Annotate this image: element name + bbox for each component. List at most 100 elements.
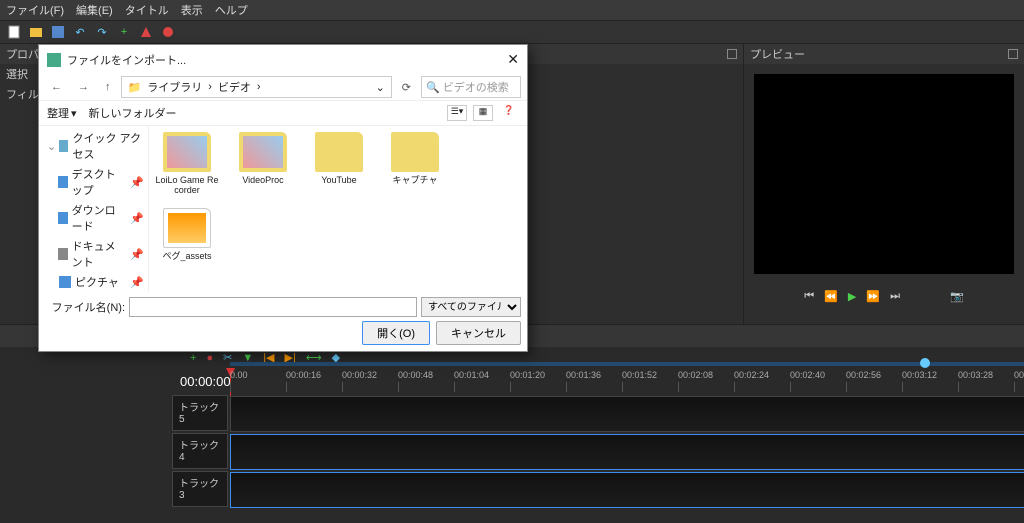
ruler-tick: 00:02:08	[678, 368, 734, 396]
timecode[interactable]: 00:00:00,01	[0, 368, 230, 395]
folder-icon	[315, 132, 363, 172]
dialog-titlebar[interactable]: ファイルをインポート... ✕	[39, 45, 527, 74]
filename-label: ファイル名(N):	[45, 299, 125, 315]
nav-forward-icon[interactable]: →	[72, 79, 95, 95]
ruler-tick: 00:00:32	[342, 368, 398, 396]
save-icon[interactable]	[50, 24, 66, 40]
sidebar-item-downloads[interactable]: ダウンロード📌	[39, 200, 148, 236]
snapshot-icon[interactable]: 📷	[950, 290, 964, 303]
panel-toggle-icon[interactable]	[727, 49, 737, 59]
menu-help[interactable]: ヘルプ	[215, 2, 248, 18]
new-icon[interactable]	[6, 24, 22, 40]
track-row[interactable]	[230, 472, 1024, 508]
ruler-tick: 00:02:56	[846, 368, 902, 396]
ruler-tick: 00:00:16	[286, 368, 342, 396]
nav-up-icon[interactable]: ↑	[99, 79, 117, 95]
rewind-icon[interactable]: ⏪	[824, 290, 838, 303]
sidebar-item-pictures[interactable]: ピクチャ📌	[39, 272, 148, 291]
import-icon[interactable]: +	[116, 24, 132, 40]
ruler-tick: 00:02:24	[734, 368, 790, 396]
menu-bar: ファイル(F) 編集(E) タイトル 表示 ヘルプ	[0, 0, 1024, 21]
playback-controls: ⏮ ⏪ ▶ ⏩ ⏭ 📷	[744, 284, 1024, 309]
skip-start-icon[interactable]: ⏮	[804, 290, 814, 303]
new-folder-button[interactable]: 新しいフォルダー	[89, 105, 177, 121]
play-icon[interactable]: ▶	[848, 290, 856, 303]
file-item[interactable]: VideoProc	[231, 132, 295, 196]
file-name: ペグ_assets	[155, 252, 219, 262]
timeline-ruler[interactable]: 0.0000:00:1600:00:3200:00:4800:01:0400:0…	[230, 368, 1024, 396]
panel-toggle-icon[interactable]	[1008, 49, 1018, 59]
menu-title[interactable]: タイトル	[125, 2, 169, 18]
file-item[interactable]: ペグ_assets	[155, 208, 219, 262]
folder-icon	[163, 132, 211, 172]
toolbar: ↶ ↷ +	[0, 21, 1024, 44]
view-details-button[interactable]: ▦	[473, 105, 493, 121]
help-icon[interactable]: ❓	[499, 105, 519, 121]
crumb-current[interactable]: ビデオ	[218, 79, 251, 95]
file-name: キャプチャ	[383, 176, 447, 186]
ruler-tick: 00:03:28	[958, 368, 1014, 396]
scrub-bar[interactable]	[230, 362, 1024, 366]
ruler-tick: 00:03:44	[1014, 368, 1024, 396]
crumb-library[interactable]: ライブラリ	[147, 79, 202, 95]
organize-menu[interactable]: 整理 ▾	[47, 105, 77, 121]
file-name: VideoProc	[231, 176, 295, 186]
record-btn-icon[interactable]: ●	[206, 352, 213, 364]
ruler-tick: 00:03:12	[902, 368, 958, 396]
ruler-tick: 00:01:36	[566, 368, 622, 396]
sidebar-item-desktop[interactable]: デスクトップ📌	[39, 164, 148, 200]
chevron-down-icon: ▾	[71, 107, 77, 120]
search-icon: 🔍	[426, 82, 443, 94]
cancel-button[interactable]: キャンセル	[436, 321, 521, 345]
track-row[interactable]	[230, 396, 1024, 432]
redo-icon[interactable]: ↷	[94, 24, 110, 40]
folder-icon: 📁	[128, 81, 142, 94]
filename-input[interactable]	[129, 297, 417, 317]
ruler-tick: 00:02:40	[790, 368, 846, 396]
file-import-dialog: ファイルをインポート... ✕ ← → ↑ 📁 ライブラリ › ビデオ › ⌄ …	[38, 44, 528, 352]
sidebar: ⌄クイック アクセス デスクトップ📌 ダウンロード📌 ドキュメント📌 ピクチャ📌…	[39, 126, 149, 291]
sidebar-item-quick-access[interactable]: ⌄クイック アクセス	[39, 128, 148, 164]
menu-view[interactable]: 表示	[181, 2, 203, 18]
nav-back-icon[interactable]: ←	[45, 79, 68, 95]
ruler-tick: 0.00	[230, 368, 286, 396]
sidebar-item-documents[interactable]: ドキュメント📌	[39, 236, 148, 272]
chevron-down-icon[interactable]: ⌄	[376, 81, 385, 94]
track-row[interactable]	[230, 434, 1024, 470]
preview-video	[754, 74, 1014, 274]
record-icon[interactable]	[160, 24, 176, 40]
menu-file[interactable]: ファイル(F)	[6, 2, 64, 18]
file-item[interactable]: キャプチャ	[383, 132, 447, 196]
file-item[interactable]: YouTube	[307, 132, 371, 196]
folder-icon	[163, 208, 211, 248]
scrub-handle[interactable]	[920, 358, 930, 368]
open-button[interactable]: 開く(O)	[362, 321, 430, 345]
ruler-tick: 00:01:20	[510, 368, 566, 396]
track-label[interactable]: トラック 4	[172, 433, 228, 469]
dialog-title: ファイルをインポート...	[67, 52, 186, 68]
app-icon	[47, 53, 61, 67]
menu-edit[interactable]: 編集(E)	[76, 2, 113, 18]
add-track-icon[interactable]: +	[190, 352, 196, 364]
filetype-filter[interactable]: すべてのファイル	[421, 297, 521, 317]
file-name: YouTube	[307, 176, 371, 186]
search-input[interactable]: 🔍 ビデオの検索	[421, 76, 521, 98]
ruler-tick: 00:01:52	[622, 368, 678, 396]
track-label[interactable]: トラック 5	[172, 395, 228, 431]
close-icon[interactable]: ✕	[507, 51, 519, 68]
folder-icon	[239, 132, 287, 172]
chevron-right-icon: ›	[257, 81, 261, 93]
open-icon[interactable]	[28, 24, 44, 40]
refresh-icon[interactable]: ⟳	[396, 79, 417, 96]
forward-icon[interactable]: ⏩	[866, 290, 880, 303]
file-list: LoiLo Game Recorder VideoProc YouTube キャプチャ…	[149, 126, 527, 291]
ruler-tick: 00:01:04	[454, 368, 510, 396]
undo-icon[interactable]: ↶	[72, 24, 88, 40]
track-label[interactable]: トラック 3	[172, 471, 228, 507]
skip-end-icon[interactable]: ⏭	[890, 290, 900, 303]
file-item[interactable]: LoiLo Game Recorder	[155, 132, 219, 196]
breadcrumb[interactable]: 📁 ライブラリ › ビデオ › ⌄	[121, 76, 392, 98]
export-icon[interactable]	[138, 24, 154, 40]
folder-icon	[391, 132, 439, 172]
view-mode-button[interactable]: ☰▾	[447, 105, 467, 121]
